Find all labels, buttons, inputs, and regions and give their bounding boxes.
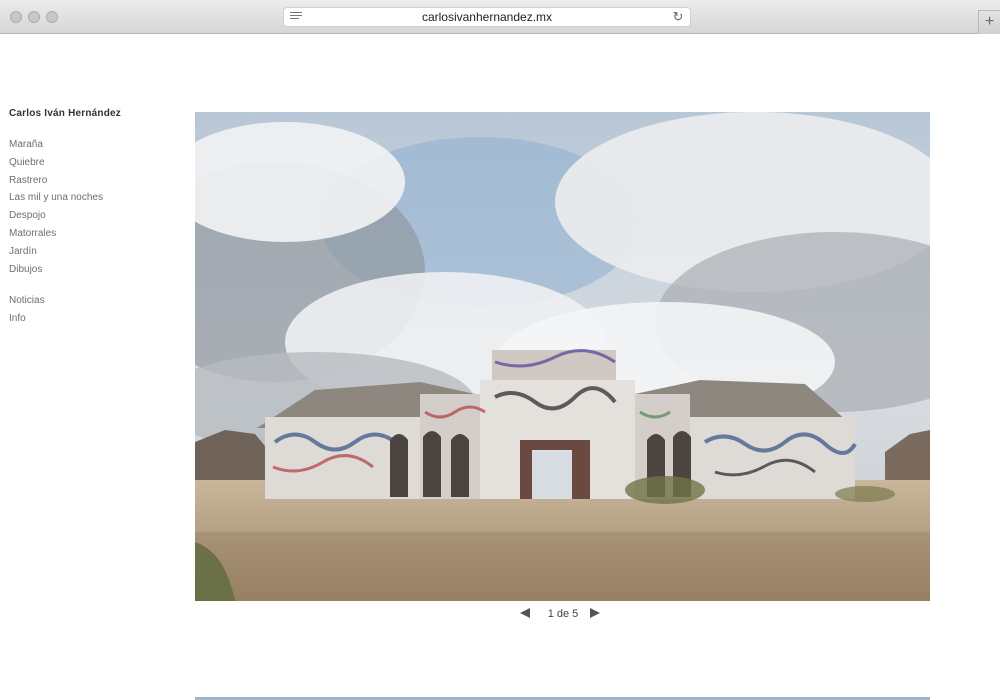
nav-item-despojo[interactable]: Despojo [9, 210, 103, 228]
address-bar[interactable]: carlosivanhernandez.mx ↻ [283, 7, 691, 27]
previous-arrow-icon[interactable] [520, 608, 530, 618]
pager-counter: 1 de 5 [547, 608, 579, 620]
minimize-window-button[interactable] [28, 11, 40, 23]
next-arrow-icon[interactable] [590, 608, 600, 618]
gallery-pager: 1 de 5 [520, 606, 604, 622]
nav-item-las-mil-y-una-noches[interactable]: Las mil y una noches [9, 192, 103, 210]
browser-toolbar: carlosivanhernandez.mx ↻ + [0, 0, 1000, 34]
site-title[interactable]: Carlos Iván Hernández [9, 108, 121, 119]
secondary-nav: Noticias Info [9, 295, 45, 331]
nav-item-quiebre[interactable]: Quiebre [9, 157, 103, 175]
photo-abandoned-graffiti-building [195, 112, 930, 601]
nav-item-jardin[interactable]: Jardín [9, 246, 103, 264]
nav-item-info[interactable]: Info [9, 313, 45, 331]
zoom-window-button[interactable] [46, 11, 58, 23]
nav-item-dibujos[interactable]: Dibujos [9, 264, 103, 282]
gallery-photo[interactable] [195, 112, 930, 601]
close-window-button[interactable] [10, 11, 22, 23]
nav-item-matorrales[interactable]: Matorrales [9, 228, 103, 246]
nav-item-noticias[interactable]: Noticias [9, 295, 45, 313]
project-nav: Maraña Quiebre Rastrero Las mil y una no… [9, 139, 103, 281]
nav-item-marana[interactable]: Maraña [9, 139, 103, 157]
url-text[interactable]: carlosivanhernandez.mx [284, 10, 690, 24]
nav-item-rastrero[interactable]: Rastrero [9, 175, 103, 193]
reload-icon[interactable]: ↻ [671, 10, 685, 24]
new-tab-button[interactable]: + [978, 10, 1000, 34]
